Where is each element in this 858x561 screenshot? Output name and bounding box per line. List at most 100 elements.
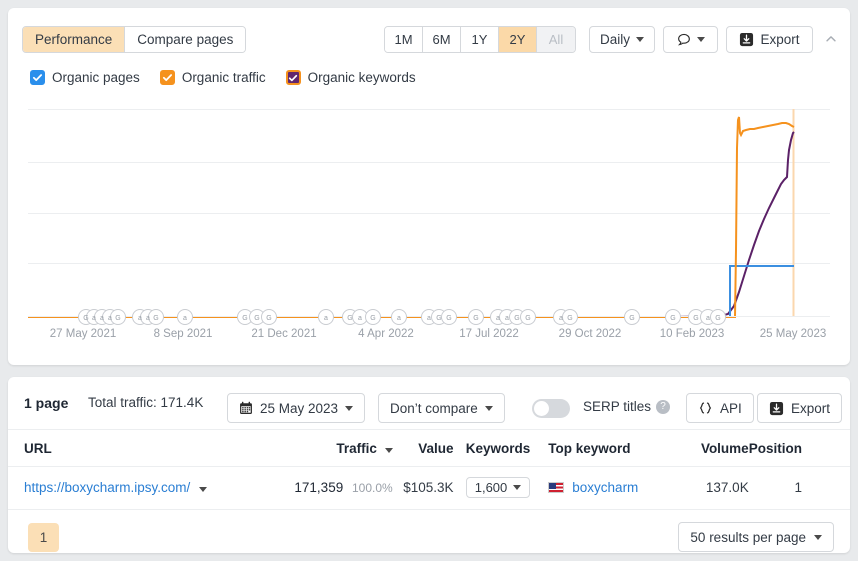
checkbox-organic-keywords[interactable]: [285, 70, 301, 85]
range-1m[interactable]: 1M: [385, 27, 423, 52]
x-tick-label: 10 Feb 2023: [660, 328, 725, 340]
chevron-down-icon: [696, 37, 705, 42]
chart-toolbar: Performance Compare pages 1M 6M 1Y 2Y Al…: [8, 8, 850, 56]
us-flag-icon: [548, 482, 565, 493]
traffic-percent: 100.0%: [351, 481, 393, 495]
results-per-page-dropdown[interactable]: 50 results per page: [678, 522, 834, 552]
column-header-traffic-label: Traffic: [336, 441, 377, 456]
svg-text:G: G: [473, 315, 478, 322]
compare-dropdown[interactable]: Don’t compare: [378, 393, 505, 423]
series-line-organic-keywords: [28, 131, 795, 318]
cell-volume: 137.0K: [671, 466, 749, 510]
svg-text:a: a: [559, 315, 563, 322]
series-line-organic-pages: [28, 265, 794, 318]
question-mark-icon[interactable]: ?: [656, 400, 670, 414]
svg-text:G: G: [115, 315, 120, 322]
svg-text:a: a: [146, 315, 150, 322]
svg-text:G: G: [629, 315, 634, 322]
svg-text:a: a: [496, 315, 500, 322]
svg-text:a: a: [100, 315, 104, 322]
collapse-panel-chevron-up-icon[interactable]: [824, 32, 838, 46]
check-icon: [288, 74, 298, 81]
url-options-caret-down-icon[interactable]: [199, 487, 208, 492]
legend-label-organic-traffic: Organic traffic: [181, 70, 266, 85]
total-traffic-label: Total traffic: 171.4K: [88, 395, 204, 410]
svg-text:G: G: [567, 315, 572, 322]
keywords-dropdown[interactable]: 1,600: [465, 477, 531, 498]
caret-down-icon: [384, 448, 393, 453]
svg-text:a: a: [138, 315, 142, 322]
pages-table: URL Traffic Value Keywords Top keyword V…: [8, 430, 850, 510]
chart-export-label: Export: [760, 32, 800, 47]
svg-text:a: a: [427, 315, 431, 322]
x-tick-label: 21 Dec 2021: [251, 328, 316, 340]
column-header-traffic[interactable]: Traffic: [287, 430, 393, 467]
calendar-icon: [240, 401, 252, 414]
svg-text:G: G: [693, 315, 698, 322]
checkbox-organic-pages[interactable]: [30, 70, 45, 85]
tab-performance[interactable]: Performance: [23, 27, 126, 52]
svg-text:G: G: [436, 315, 441, 322]
svg-text:G: G: [254, 315, 259, 322]
svg-text:G: G: [83, 315, 88, 322]
pagination-page-1[interactable]: 1: [28, 523, 59, 552]
speech-bubble-icon: [677, 33, 690, 45]
range-all: All: [537, 27, 575, 52]
svg-text:G: G: [242, 315, 247, 322]
legend-item-organic-keywords[interactable]: Organic keywords: [285, 70, 416, 85]
performance-chart[interactable]: Gaa aG aaG a GGG a GaG a aGG G aaG G aG …: [8, 100, 850, 340]
svg-text:G: G: [525, 315, 530, 322]
chart-x-axis-labels: 27 May 2021 8 Sep 2021 21 Dec 2021 4 Apr…: [50, 328, 827, 340]
tab-compare-pages[interactable]: Compare pages: [125, 27, 246, 52]
svg-text:G: G: [514, 315, 519, 322]
results-per-page-label: 50 results per page: [690, 529, 806, 545]
cell-traffic: 171,359 100.0%: [287, 466, 393, 510]
svg-text:G: G: [446, 315, 451, 322]
compare-value: Don’t compare: [390, 400, 478, 416]
range-2y[interactable]: 2Y: [499, 27, 537, 52]
svg-text:G: G: [266, 315, 271, 322]
date-picker-button[interactable]: 25 May 2023: [227, 393, 366, 423]
chart-gridlines: [28, 109, 830, 317]
table-row: https://boxycharm.ipsy.com/ 171,359 100.…: [8, 466, 850, 510]
column-header-volume[interactable]: Volume: [671, 430, 749, 467]
x-tick-label: 8 Sep 2021: [154, 328, 213, 340]
svg-text:a: a: [183, 315, 187, 322]
column-header-value[interactable]: Value: [392, 430, 454, 467]
legend-item-organic-pages[interactable]: Organic pages: [30, 70, 140, 85]
date-range-selector: 1M 6M 1Y 2Y All: [384, 26, 576, 53]
annotations-dropdown[interactable]: [663, 26, 718, 53]
range-6m[interactable]: 6M: [423, 27, 461, 52]
table-footer: 1 50 results per page: [8, 510, 850, 561]
url-link[interactable]: https://boxycharm.ipsy.com/: [24, 480, 190, 495]
column-header-position[interactable]: Position: [748, 430, 850, 467]
chart-export-button[interactable]: Export: [726, 26, 813, 53]
checkbox-organic-traffic[interactable]: [159, 70, 175, 85]
chevron-down-icon: [636, 37, 645, 42]
cell-keywords: 1,600: [453, 466, 531, 510]
svg-text:G: G: [670, 315, 675, 322]
view-tabs: Performance Compare pages: [22, 26, 247, 53]
legend-item-organic-traffic[interactable]: Organic traffic: [159, 70, 266, 85]
table-export-button[interactable]: Export: [757, 393, 843, 423]
legend-label-organic-pages: Organic pages: [52, 70, 140, 85]
toggle-switch[interactable]: [532, 399, 570, 418]
svg-text:a: a: [108, 315, 112, 322]
top-keyword-link[interactable]: boxycharm: [572, 480, 638, 495]
cell-url: https://boxycharm.ipsy.com/: [8, 466, 288, 510]
column-header-url[interactable]: URL: [8, 430, 288, 467]
granularity-label: Daily: [600, 32, 631, 47]
api-button[interactable]: API: [686, 393, 754, 423]
chart-panel: Performance Compare pages 1M 6M 1Y 2Y Al…: [8, 8, 850, 365]
legend-label-organic-keywords: Organic keywords: [307, 70, 416, 85]
granularity-dropdown[interactable]: Daily: [589, 26, 655, 53]
column-header-keywords[interactable]: Keywords: [453, 430, 531, 467]
chart-svg: Gaa aG aaG a GGG a GaG a aGG G aaG G aG …: [28, 109, 830, 340]
column-header-top-keyword[interactable]: Top keyword: [530, 430, 672, 467]
series-legend: Organic pages Organic traffic Organic ke…: [30, 70, 436, 85]
table-export-label: Export: [791, 400, 831, 416]
keywords-value: 1,600: [474, 480, 508, 495]
range-1y[interactable]: 1Y: [461, 27, 499, 52]
check-icon: [32, 74, 43, 82]
serp-titles-toggle[interactable]: [532, 399, 570, 418]
